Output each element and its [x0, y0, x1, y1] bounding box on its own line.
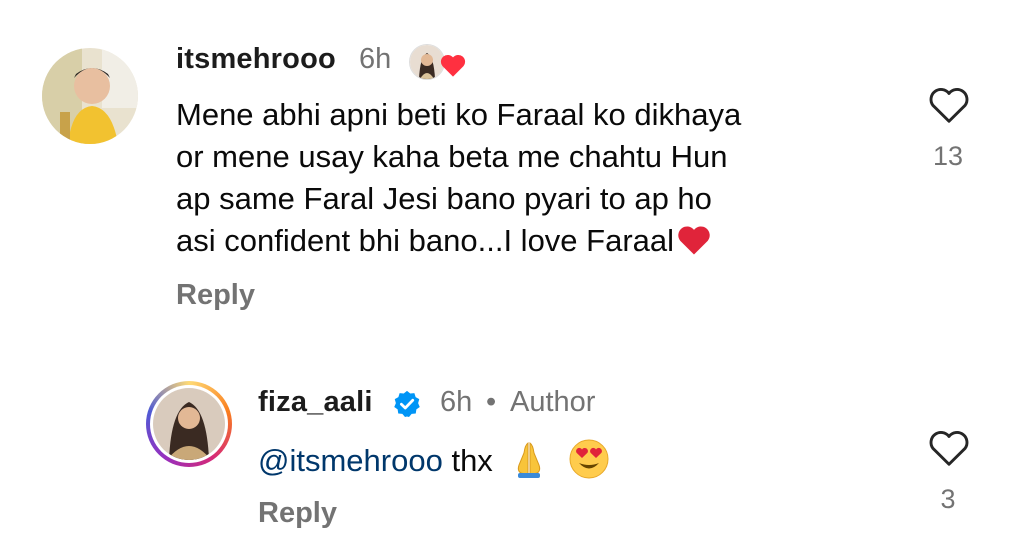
- red-heart-emoji: [678, 226, 710, 255]
- comment-text-line: asi confident bhi bano...I love Faraal: [176, 220, 741, 262]
- avatar: [153, 388, 225, 460]
- avatar-story-ring[interactable]: [146, 381, 232, 467]
- author-liked-indicator: [409, 44, 467, 80]
- comment-text-line: or mene usay kaha beta me chahtu Hun: [176, 139, 728, 174]
- like-heart-icon[interactable]: [927, 427, 971, 467]
- verified-badge-icon: [394, 390, 420, 417]
- reply-time: 6h: [440, 386, 473, 418]
- comment-text-line: ap same Faral Jesi bano pyari to ap ho: [176, 181, 712, 216]
- like-count: 13: [932, 141, 964, 171]
- comment-text: Mene abhi apni beti ko Faraal ko dikhaya…: [176, 94, 741, 262]
- author-label: Author: [510, 386, 596, 418]
- reply-text: @itsmehrooo thx: [258, 439, 610, 482]
- reply-button[interactable]: Reply: [258, 497, 337, 530]
- folded-hands-emoji: [518, 441, 541, 478]
- avatar[interactable]: [42, 48, 138, 144]
- like-heart-icon[interactable]: [927, 84, 971, 124]
- heart-eyes-emoji: [569, 439, 609, 479]
- like-count: 3: [940, 484, 956, 514]
- reply-message: thx: [451, 443, 493, 478]
- child-photo-avatar: [42, 48, 138, 144]
- meta-separator: •: [486, 386, 497, 418]
- comment-time: 6h: [359, 43, 392, 75]
- comment-username[interactable]: itsmehrooo: [176, 43, 336, 76]
- comment-text-line: Mene abhi apni beti ko Faraal ko dikhaya: [176, 97, 742, 132]
- mention-link[interactable]: @itsmehrooo: [258, 443, 443, 478]
- reply-button[interactable]: Reply: [176, 279, 255, 312]
- heart-icon: [440, 54, 466, 77]
- reply-username[interactable]: fiza_aali: [258, 386, 373, 419]
